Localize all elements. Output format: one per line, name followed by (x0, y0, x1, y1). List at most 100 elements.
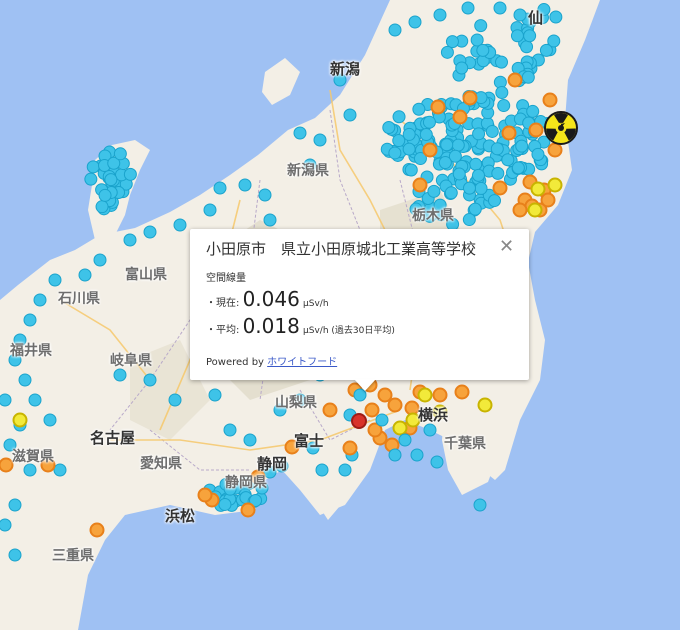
station-marker[interactable] (433, 8, 447, 22)
station-marker[interactable] (89, 522, 105, 538)
station-marker[interactable] (78, 268, 92, 282)
station-marker[interactable] (492, 180, 508, 196)
station-marker[interactable] (474, 181, 488, 195)
station-marker[interactable] (520, 40, 534, 54)
station-marker[interactable] (213, 181, 227, 195)
station-marker[interactable] (0, 518, 12, 532)
station-marker[interactable] (462, 90, 478, 106)
station-marker[interactable] (454, 384, 470, 400)
station-marker[interactable] (84, 172, 98, 186)
station-marker[interactable] (512, 202, 528, 218)
station-marker[interactable] (43, 413, 57, 427)
station-marker[interactable] (510, 29, 524, 43)
station-marker[interactable] (542, 92, 558, 108)
station-marker[interactable] (547, 142, 563, 158)
station-marker[interactable] (531, 147, 545, 161)
station-marker[interactable] (523, 29, 537, 43)
whitefood-link[interactable]: ホワイトフード (267, 357, 337, 368)
station-marker[interactable] (243, 433, 257, 447)
station-marker[interactable] (530, 181, 546, 197)
station-marker[interactable] (427, 184, 441, 198)
station-marker[interactable] (455, 61, 469, 75)
station-marker[interactable] (258, 188, 272, 202)
station-marker[interactable] (95, 200, 109, 214)
station-marker[interactable] (377, 387, 393, 403)
station-marker[interactable] (472, 127, 486, 141)
station-marker[interactable] (430, 455, 444, 469)
station-marker[interactable] (521, 70, 535, 84)
station-marker[interactable] (494, 55, 508, 69)
station-marker[interactable] (440, 138, 454, 152)
station-marker[interactable] (445, 35, 459, 49)
station-marker[interactable] (86, 160, 100, 174)
station-marker[interactable] (423, 423, 437, 437)
station-marker[interactable] (93, 253, 107, 267)
station-marker[interactable] (8, 498, 22, 512)
station-marker[interactable] (143, 373, 157, 387)
station-marker[interactable] (313, 133, 327, 147)
station-marker[interactable] (501, 153, 515, 167)
station-marker[interactable] (497, 99, 511, 113)
station-marker[interactable] (440, 45, 454, 59)
station-marker[interactable] (402, 142, 416, 156)
station-marker[interactable] (322, 402, 338, 418)
station-marker[interactable] (487, 194, 501, 208)
station-marker[interactable] (485, 124, 499, 138)
station-marker[interactable] (432, 387, 448, 403)
station-marker[interactable] (404, 400, 420, 416)
station-marker[interactable] (382, 120, 396, 134)
station-marker[interactable] (493, 1, 507, 15)
station-marker[interactable] (12, 412, 28, 428)
station-marker[interactable] (501, 125, 517, 141)
station-marker[interactable] (417, 387, 433, 403)
station-marker[interactable] (123, 233, 137, 247)
station-marker[interactable] (218, 497, 232, 511)
station-marker[interactable] (388, 146, 402, 160)
station-marker[interactable] (0, 457, 14, 473)
station-marker[interactable] (491, 166, 505, 180)
station-marker[interactable] (549, 10, 563, 24)
station-marker[interactable] (444, 186, 458, 200)
station-marker[interactable] (392, 110, 406, 124)
station-marker[interactable] (28, 393, 42, 407)
station-marker[interactable] (540, 192, 556, 208)
station-marker[interactable] (404, 163, 418, 177)
station-marker[interactable] (412, 102, 426, 116)
station-marker[interactable] (461, 1, 475, 15)
station-marker[interactable] (208, 388, 222, 402)
station-marker[interactable] (412, 177, 428, 193)
station-marker[interactable] (462, 181, 476, 195)
radiation-hazard-icon[interactable] (544, 111, 578, 145)
station-marker[interactable] (474, 19, 488, 33)
station-marker[interactable] (315, 463, 329, 477)
station-marker[interactable] (23, 313, 37, 327)
selected-station-marker[interactable] (351, 413, 367, 429)
station-marker[interactable] (392, 134, 406, 148)
station-marker[interactable] (539, 43, 553, 57)
station-marker[interactable] (547, 177, 563, 193)
station-marker[interactable] (408, 15, 422, 29)
station-marker[interactable] (18, 373, 32, 387)
station-marker[interactable] (240, 502, 256, 518)
station-marker[interactable] (203, 203, 217, 217)
station-marker[interactable] (342, 440, 358, 456)
station-marker[interactable] (338, 463, 352, 477)
station-marker[interactable] (495, 85, 509, 99)
station-marker[interactable] (419, 128, 433, 142)
station-marker[interactable] (388, 448, 402, 462)
station-marker[interactable] (197, 487, 213, 503)
station-marker[interactable] (375, 413, 389, 427)
station-marker[interactable] (53, 463, 67, 477)
station-marker[interactable] (48, 273, 62, 287)
close-icon[interactable]: ✕ (499, 236, 514, 257)
station-marker[interactable] (528, 122, 544, 138)
station-marker[interactable] (468, 202, 482, 216)
station-marker[interactable] (364, 402, 380, 418)
station-marker[interactable] (392, 420, 408, 436)
station-marker[interactable] (168, 393, 182, 407)
station-marker[interactable] (238, 178, 252, 192)
station-marker[interactable] (123, 167, 137, 181)
station-marker[interactable] (469, 157, 483, 171)
station-marker[interactable] (98, 188, 112, 202)
station-marker[interactable] (8, 548, 22, 562)
